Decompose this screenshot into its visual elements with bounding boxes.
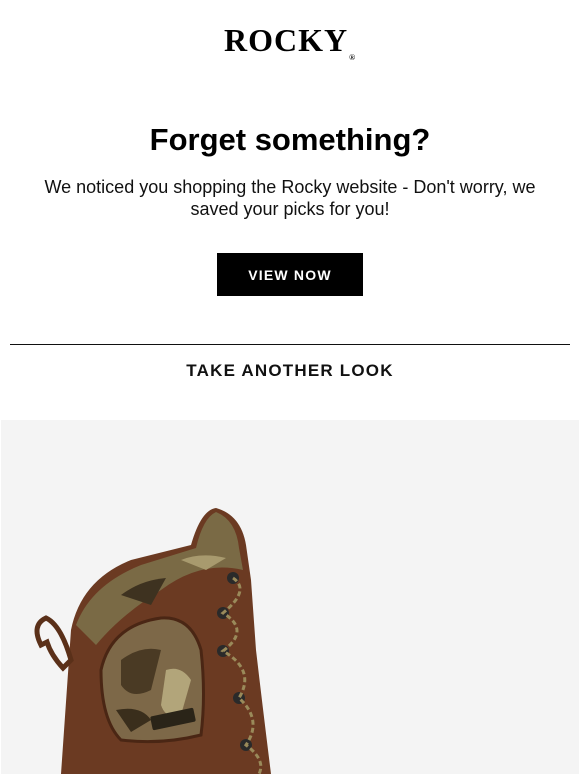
email-page: ROCKY® Forget something? We noticed you … (0, 0, 580, 774)
headline: Forget something? (149, 122, 431, 157)
reminder-message: We noticed you shopping the Rocky websit… (44, 177, 536, 219)
heel-pull-loop (34, 615, 74, 672)
section-divider (10, 344, 570, 345)
section-title: TAKE ANOTHER LOOK (186, 361, 394, 380)
view-now-button[interactable]: VIEW NOW (217, 253, 363, 296)
product-image-card[interactable] (1, 420, 579, 774)
boot-image (34, 508, 271, 774)
logo-text: ROCKY (223, 22, 349, 58)
registered-mark: ® (349, 53, 357, 62)
rocky-logo[interactable]: ROCKY® (0, 22, 580, 62)
